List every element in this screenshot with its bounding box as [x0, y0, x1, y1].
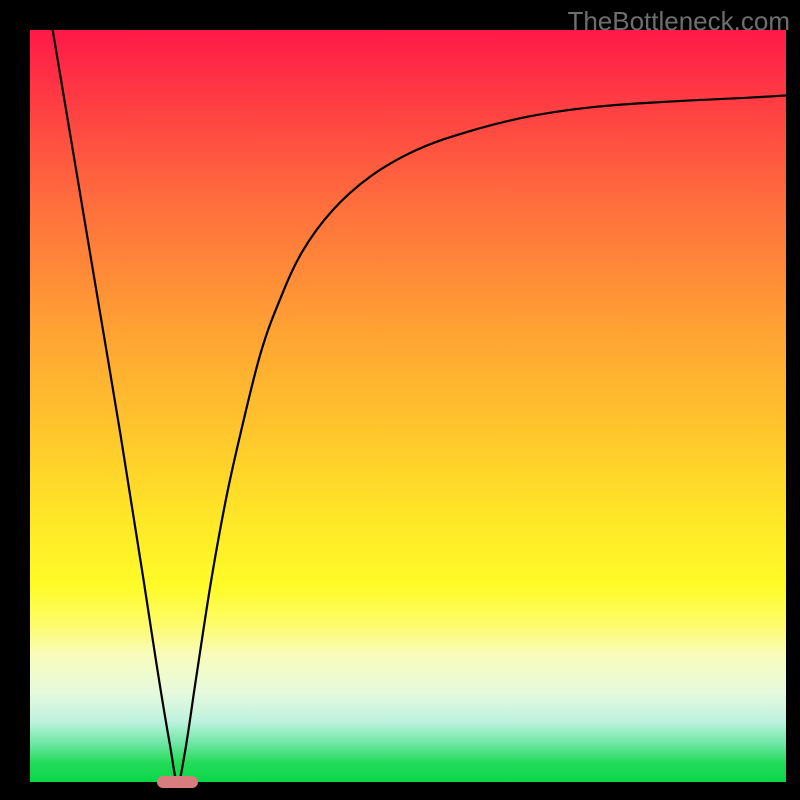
watermark-text: TheBottleneck.com: [567, 6, 790, 37]
chart-frame: TheBottleneck.com: [0, 0, 800, 800]
plot-area: [30, 30, 786, 782]
optimal-marker: [157, 776, 199, 787]
